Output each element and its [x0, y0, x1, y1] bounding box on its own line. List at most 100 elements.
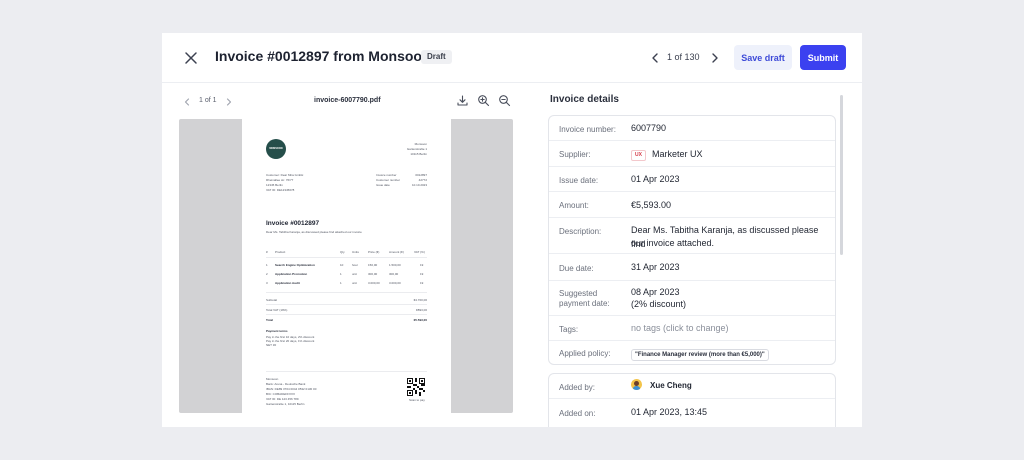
pdf-filename: invoice-6007790.pdf	[314, 97, 381, 104]
customer-line: Customer: Dear Mira GmbH	[266, 173, 304, 177]
zoom-in-icon[interactable]	[477, 94, 490, 107]
detail-row-added-on[interactable]: Added on: 01 Apr 2023, 13:45	[549, 399, 835, 426]
table-cell: 1.500,00	[389, 263, 401, 267]
customer-line: Rheinallee str. 76/77	[266, 178, 294, 182]
meta-value: 10.10.2023	[411, 183, 427, 187]
added-by-name: Xue Cheng	[650, 381, 692, 390]
col-header: VAT (%)	[414, 250, 425, 254]
qr-caption: Scan to pay	[409, 398, 425, 402]
pdf-preview[interactable]: MONSOON Monsoon Gartenstraße 1 10115 Ber…	[179, 119, 513, 413]
qr-code-icon	[407, 378, 425, 396]
detail-label: payment date:	[559, 299, 610, 308]
table-cell: 1	[340, 272, 342, 276]
document-title: Invoice #0012897	[266, 220, 320, 227]
header: Invoice #0012897 from Monsoon Draft 1 of…	[162, 33, 862, 83]
table-cell: 19	[420, 272, 424, 276]
avatar	[631, 379, 642, 390]
added-info-card: Added by: Xue Cheng Added on: 01 Apr 202…	[548, 373, 836, 427]
detail-label: Applied policy:	[559, 349, 611, 358]
footer-line: Gartenstraße 1, 10115 Berlin	[266, 402, 305, 406]
table-cell: 19	[420, 281, 424, 285]
pdf-page-count: 1 of 1	[199, 97, 217, 104]
detail-row-policy[interactable]: Applied policy: "Finance Manager review …	[549, 341, 835, 364]
invoice-panel: Invoice #0012897 from Monsoon Draft 1 of…	[162, 33, 862, 427]
total-label: Subtotal	[266, 298, 278, 302]
col-header: Product	[275, 250, 286, 254]
col-header: Price (€)	[368, 250, 380, 254]
page-title: Invoice #0012897 from Monsoon	[215, 48, 431, 64]
zoom-out-icon[interactable]	[498, 94, 511, 107]
issue-date-value: 01 Apr 2023	[631, 174, 680, 184]
detail-row-invoice-number[interactable]: Invoice number: 6007790	[549, 116, 835, 141]
added-on-value: 01 Apr 2023, 13:45	[631, 407, 708, 417]
divider	[266, 304, 427, 305]
footer-line: BIC: COBADEFFXXX	[266, 392, 296, 396]
detail-row-due-date[interactable]: Due date: 31 Apr 2023	[549, 254, 835, 281]
amount-value: €5,593.00	[631, 200, 672, 210]
sender-line: Gartenstraße 1	[406, 147, 427, 151]
sender-line: Monsoon	[414, 142, 427, 146]
customer-line: VAT ID: DE12345678	[266, 188, 295, 192]
table-cell: 150,00	[368, 263, 378, 267]
sender-line: 10115 Berlin	[410, 152, 427, 156]
submit-button[interactable]: Submit	[800, 45, 846, 70]
meta-value: 0012897	[415, 173, 427, 177]
table-cell: Search Engine Optimization	[275, 263, 315, 267]
download-icon[interactable]	[456, 94, 469, 107]
table-cell: 1	[340, 281, 342, 285]
meta-label: Customer number	[376, 178, 401, 182]
detail-label: Added by:	[559, 383, 596, 392]
pager-count: 1 of 130	[667, 52, 700, 62]
close-icon[interactable]	[183, 50, 199, 66]
detail-row-added-by[interactable]: Added by: Xue Cheng	[549, 374, 835, 399]
table-cell: unit	[352, 272, 357, 276]
detail-label: Description:	[559, 227, 602, 236]
table-cell: hour	[352, 263, 359, 267]
table-cell: 3.000,00	[389, 281, 401, 285]
suggested-discount-value: (2% discount)	[631, 299, 687, 309]
detail-label: Amount:	[559, 201, 589, 210]
detail-row-suggested-payment[interactable]: Suggested payment date: 08 Apr 2023 (2% …	[549, 281, 835, 316]
chevron-right-icon[interactable]	[709, 51, 721, 65]
detail-row-description[interactable]: Description: Dear Ms. Tabitha Karanja, a…	[549, 218, 835, 254]
detail-row-supplier[interactable]: Supplier: UX Marketer UX	[549, 141, 835, 167]
chevron-left-icon[interactable]	[182, 95, 192, 107]
supplier-logo: UX	[631, 150, 646, 161]
table-cell: 3.000,00	[368, 281, 380, 285]
meta-value: 42772	[418, 178, 427, 182]
total-value: €5.593,00	[413, 318, 427, 322]
table-cell: 19	[420, 263, 424, 267]
table-cell: Application Audit	[275, 281, 300, 285]
table-cell: unit	[352, 281, 357, 285]
detail-label: Issue date:	[559, 176, 599, 185]
col-header: Units	[352, 250, 359, 254]
divider	[266, 371, 427, 372]
divider	[266, 292, 427, 293]
chevron-left-icon[interactable]	[649, 51, 661, 65]
table-cell: 3	[266, 281, 268, 285]
total-label: Total	[266, 318, 273, 322]
table-cell: 10	[340, 263, 344, 267]
detail-row-issue-date[interactable]: Issue date: 01 Apr 2023	[549, 167, 835, 192]
pdf-toolbar: 1 of 1 invoice-6007790.pdf	[162, 83, 532, 119]
total-value: €4.700,00	[413, 298, 427, 302]
total-value: €893,00	[416, 308, 427, 312]
table-cell: 300,00	[389, 272, 399, 276]
payment-terms-title: Payment terms	[266, 329, 288, 333]
due-date-value: 31 Apr 2023	[631, 262, 680, 272]
detail-row-amount[interactable]: Amount: €5,593.00	[549, 192, 835, 218]
detail-label: Supplier:	[559, 150, 591, 159]
payment-term: NET 30	[266, 343, 277, 347]
save-draft-button[interactable]: Save draft	[734, 45, 792, 70]
chevron-right-icon[interactable]	[224, 95, 234, 107]
meta-label: Invoice number	[376, 173, 397, 177]
meta-label: Issue date	[376, 183, 390, 187]
total-label: Total VAT (19%)	[266, 308, 288, 312]
footer-line: Bank: Arena - Deutsche Bank	[266, 382, 306, 386]
tags-value[interactable]: no tags (click to change)	[631, 321, 729, 335]
footer-line: IBAN: DE89 3704 0044 0532 0130 00	[266, 387, 317, 391]
scrollbar[interactable]	[840, 95, 843, 255]
detail-row-tags[interactable]: Tags: no tags (click to change)	[549, 316, 835, 341]
divider	[266, 257, 427, 258]
invoice-details-card: Invoice number: 6007790 Supplier: UX Mark…	[548, 115, 836, 365]
